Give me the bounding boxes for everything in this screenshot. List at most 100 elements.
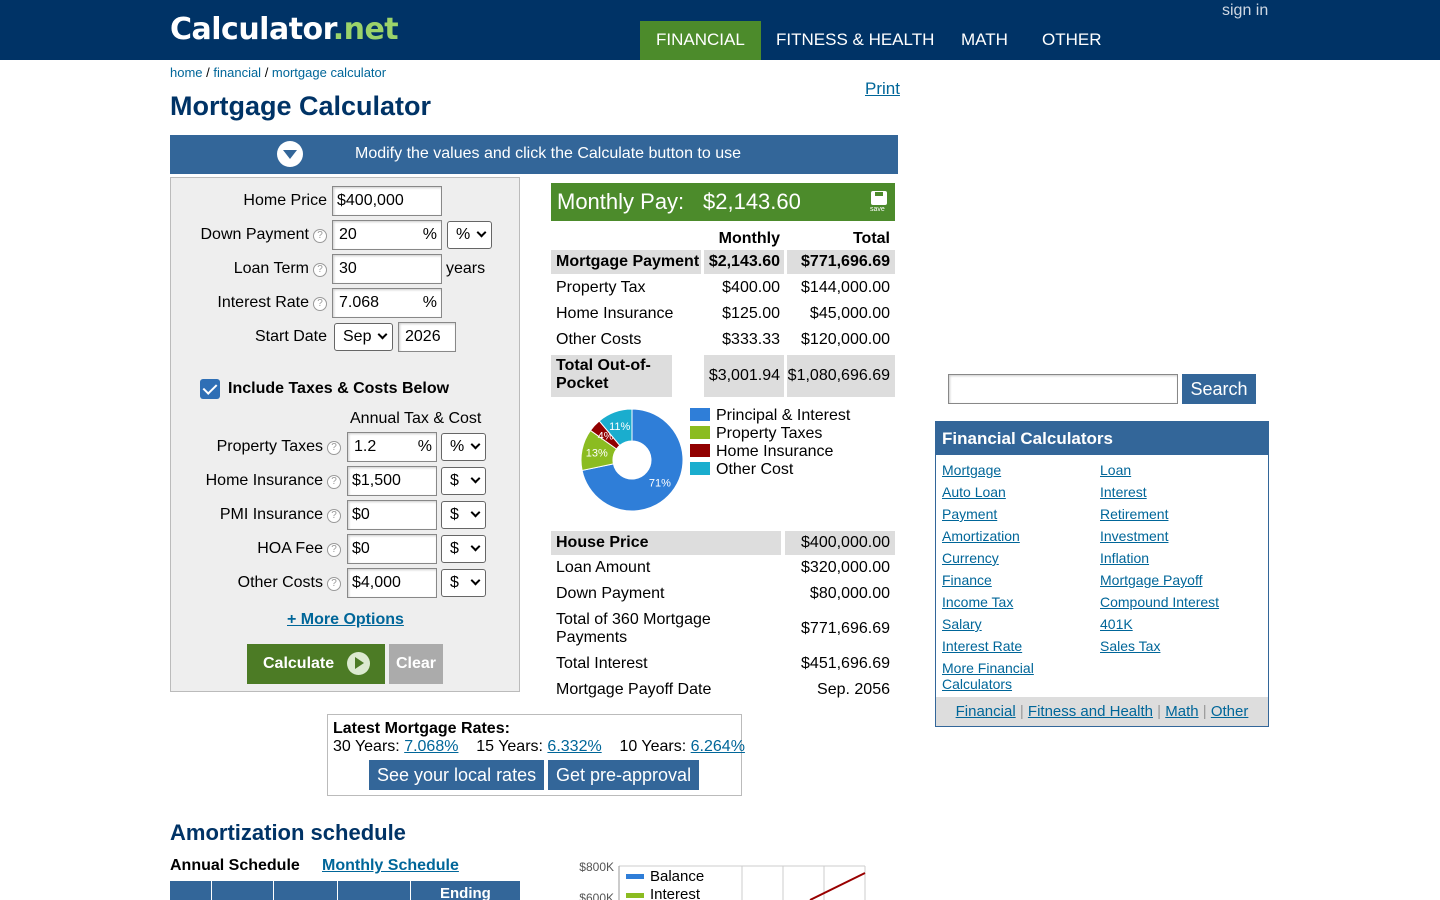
- chevron-down-icon[interactable]: [277, 141, 303, 167]
- footer-link-fitness[interactable]: Fitness and Health: [1028, 703, 1153, 720]
- start-year-value: 2026: [405, 328, 441, 345]
- footer-separator: |: [1202, 703, 1207, 720]
- financial-calculator-link[interactable]: Income Tax: [942, 594, 1013, 610]
- monthly-pay-banner: Monthly Pay: $2,143.60 save: [551, 183, 895, 221]
- calculate-button[interactable]: Calculate: [247, 644, 385, 684]
- nav-math[interactable]: MATH: [945, 21, 1024, 60]
- chevron-down-icon: [377, 329, 388, 340]
- pie-slice-label: 11%: [609, 421, 630, 433]
- play-icon: [347, 652, 370, 675]
- summary-value: $451,696.69: [801, 655, 890, 672]
- financial-calculator-link[interactable]: More Financial Calculators: [942, 660, 1052, 692]
- hoa-unit-select[interactable]: $: [441, 535, 486, 563]
- start-month-value: Sep: [343, 328, 372, 345]
- nav-fitness-health[interactable]: FITNESS & HEALTH: [760, 21, 950, 60]
- other-costs-unit-select[interactable]: $: [441, 569, 486, 597]
- other-costs-input[interactable]: $4,000: [347, 568, 437, 598]
- summary-label: House Price: [551, 531, 781, 555]
- breadcrumb-mortgage[interactable]: mortgage calculator: [272, 65, 386, 80]
- instruction-bar[interactable]: Modify the values and click the Calculat…: [170, 135, 898, 174]
- annual-schedule-tab[interactable]: Annual Schedule: [170, 857, 300, 875]
- breadcrumb-financial[interactable]: financial: [213, 65, 261, 80]
- search-input[interactable]: [948, 374, 1178, 404]
- help-icon[interactable]: ?: [327, 475, 341, 489]
- financial-calculator-link[interactable]: Currency: [942, 550, 999, 566]
- financial-calculator-link[interactable]: Inflation: [1100, 550, 1149, 566]
- help-icon[interactable]: ?: [327, 577, 341, 591]
- property-taxes-input[interactable]: 1.2%: [347, 432, 437, 462]
- down-payment-value: 20: [339, 226, 357, 243]
- interest-rate-label-text: Interest Rate: [217, 294, 309, 311]
- nav-financial[interactable]: FINANCIAL: [640, 21, 761, 60]
- search-button[interactable]: Search: [1182, 374, 1256, 404]
- help-icon[interactable]: ?: [327, 441, 341, 455]
- hoa-label: HOA Fee?: [257, 540, 341, 558]
- site-logo[interactable]: Calculator.net: [170, 12, 399, 47]
- financial-calculator-link[interactable]: Interest Rate: [942, 638, 1022, 654]
- save-icon[interactable]: [871, 191, 887, 205]
- property-taxes-unit-select[interactable]: %: [441, 433, 486, 461]
- row-monthly: $400.00: [722, 279, 780, 296]
- row-monthly: $3,001.94: [704, 355, 784, 397]
- sign-in-link[interactable]: sign in: [1222, 2, 1268, 20]
- footer-link-financial[interactable]: Financial: [956, 703, 1016, 720]
- legend-label: Home Insurance: [716, 443, 834, 460]
- financial-calculator-link[interactable]: Loan: [1100, 462, 1131, 478]
- financial-calculator-link[interactable]: Interest: [1100, 484, 1147, 500]
- home-insurance-input[interactable]: $1,500: [347, 466, 437, 496]
- breadcrumb: home / financial / mortgage calculator: [170, 65, 386, 80]
- help-icon[interactable]: ?: [313, 229, 327, 243]
- loan-term-input[interactable]: 30: [332, 254, 442, 284]
- nav-other[interactable]: OTHER: [1026, 21, 1118, 60]
- footer-link-math[interactable]: Math: [1165, 703, 1198, 720]
- help-icon[interactable]: ?: [313, 297, 327, 311]
- help-icon[interactable]: ?: [327, 543, 341, 557]
- rate-15-link[interactable]: 6.332%: [547, 738, 601, 755]
- legend-other-cost: Other Cost: [690, 461, 793, 479]
- more-options-link[interactable]: + More Options: [287, 611, 404, 629]
- financial-calculator-link[interactable]: Amortization: [942, 528, 1020, 544]
- financial-calculator-link[interactable]: Auto Loan: [942, 484, 1006, 500]
- start-date-label: Start Date: [254, 328, 327, 345]
- breadcrumb-home[interactable]: home: [170, 65, 203, 80]
- financial-calculator-link[interactable]: Salary: [942, 616, 982, 632]
- logo-text: Calculator: [170, 12, 333, 47]
- monthly-schedule-tab[interactable]: Monthly Schedule: [322, 857, 459, 875]
- down-payment-input[interactable]: 20%: [332, 220, 442, 250]
- pmi-input[interactable]: $0: [347, 500, 437, 530]
- print-link[interactable]: Print: [865, 79, 900, 99]
- rate-label: 10 Years:: [619, 738, 687, 755]
- rate-10-link[interactable]: 6.264%: [691, 738, 745, 755]
- footer-link-other[interactable]: Other: [1211, 703, 1249, 720]
- summary-label: Total Interest: [556, 655, 648, 672]
- include-taxes-checkbox[interactable]: [200, 379, 220, 399]
- home-price-input[interactable]: $400,000: [332, 186, 442, 216]
- financial-calculator-link[interactable]: Payment: [942, 506, 997, 522]
- rates-line: 30 Years: 7.068% 15 Years: 6.332% 10 Yea…: [333, 738, 745, 756]
- help-icon[interactable]: ?: [313, 263, 327, 277]
- interest-rate-value: 7.068: [339, 294, 380, 311]
- financial-calculator-link[interactable]: Sales Tax: [1100, 638, 1160, 654]
- pmi-unit-select[interactable]: $: [441, 501, 486, 529]
- hoa-label-text: HOA Fee: [257, 540, 323, 557]
- clear-button[interactable]: Clear: [389, 644, 443, 684]
- help-icon[interactable]: ?: [327, 509, 341, 523]
- hoa-input[interactable]: $0: [347, 534, 437, 564]
- interest-rate-input[interactable]: 7.068%: [332, 288, 442, 318]
- financial-calculator-link[interactable]: Mortgage Payoff: [1100, 572, 1202, 588]
- down-payment-unit-select[interactable]: %: [447, 221, 492, 249]
- financial-calculator-link[interactable]: Retirement: [1100, 506, 1168, 522]
- get-preapproval-button[interactable]: Get pre-approval: [548, 760, 700, 790]
- financial-calculator-link[interactable]: Finance: [942, 572, 992, 588]
- start-year-input[interactable]: 2026: [398, 322, 456, 352]
- rate-30-link[interactable]: 7.068%: [404, 738, 458, 755]
- pmi-label: PMI Insurance?: [220, 506, 341, 524]
- financial-calculator-link[interactable]: Mortgage: [942, 462, 1001, 478]
- home-insurance-unit-select[interactable]: $: [441, 467, 486, 495]
- summary-label: Total of 360 Mortgage Payments: [556, 611, 711, 646]
- financial-calculator-link[interactable]: Compound Interest: [1100, 594, 1219, 610]
- financial-calculator-link[interactable]: Investment: [1100, 528, 1168, 544]
- start-month-select[interactable]: Sep: [334, 323, 393, 351]
- see-local-rates-button[interactable]: See your local rates: [369, 760, 545, 790]
- financial-calculator-link[interactable]: 401K: [1100, 616, 1133, 632]
